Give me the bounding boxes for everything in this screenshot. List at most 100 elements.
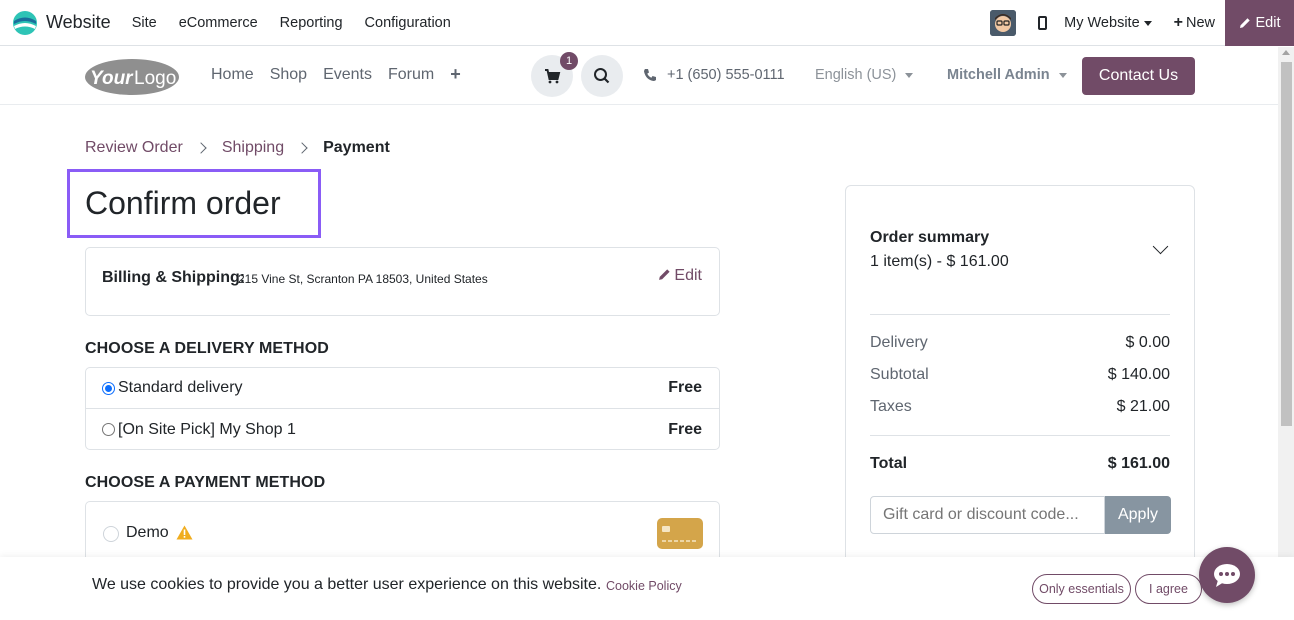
app-brand[interactable]: Website — [12, 10, 111, 36]
livechat-button[interactable] — [1199, 547, 1255, 603]
total-label: Total — [870, 455, 908, 472]
menu-item-site[interactable]: Site — [132, 15, 157, 31]
app-name: Website — [46, 12, 111, 32]
billing-address: 215 Vine St, Scranton PA 18503, United S… — [238, 272, 488, 286]
nav-shop[interactable]: Shop — [270, 66, 307, 85]
summary-row-label: Subtotal — [870, 366, 929, 383]
summary-row-taxes: Taxes $ 21.00 — [870, 398, 1170, 416]
search-icon — [594, 68, 610, 84]
new-button[interactable]: + New — [1174, 14, 1215, 32]
summary-row-value: $ 140.00 — [1107, 366, 1170, 383]
website-switcher-label: My Website — [1064, 15, 1140, 31]
cart-count-badge: 1 — [560, 52, 578, 70]
site-logo[interactable]: Your Logo — [84, 56, 180, 96]
nav-forum[interactable]: Forum — [388, 66, 434, 85]
contact-us-button[interactable]: Contact Us — [1082, 57, 1195, 95]
payment-radio-demo[interactable] — [103, 526, 119, 542]
summary-row-value: $ 21.00 — [1116, 398, 1170, 415]
menu-item-ecommerce[interactable]: eCommerce — [179, 15, 258, 31]
divider — [870, 314, 1170, 315]
scroll-up-arrow-icon[interactable] — [1282, 50, 1290, 55]
credit-card-icon — [657, 518, 703, 549]
cookie-consent-bar: We use cookies to provide you a better u… — [0, 557, 1294, 620]
pencil-icon — [1239, 18, 1250, 28]
nav-home[interactable]: Home — [211, 66, 254, 85]
plus-icon: + — [1173, 14, 1183, 31]
summary-row-label: Taxes — [870, 398, 912, 415]
apply-discount-button[interactable]: Apply — [1105, 496, 1171, 534]
billing-label: Billing & Shipping: — [102, 269, 246, 286]
menu-item-reporting[interactable]: Reporting — [280, 15, 343, 31]
summary-total: Total $ 161.00 — [870, 455, 1170, 473]
summary-row-value: $ 0.00 — [1125, 334, 1170, 351]
svg-text:Your: Your — [90, 68, 134, 89]
order-summary-card: Order summary 1 item(s) - $ 161.00 Deliv… — [845, 185, 1195, 585]
chevron-right-icon — [195, 142, 207, 154]
breadcrumb-payment: Payment — [323, 139, 390, 156]
breadcrumb-review-order[interactable]: Review Order — [85, 139, 183, 157]
summary-row-label: Delivery — [870, 334, 928, 351]
divider — [870, 435, 1170, 436]
website-app-icon — [12, 10, 38, 36]
user-avatar-icon[interactable] — [990, 10, 1017, 36]
chat-bubble-icon — [1214, 564, 1240, 587]
checkout-breadcrumb: Review Order Shipping Payment — [85, 139, 390, 157]
order-summary-heading: Order summary — [870, 229, 990, 246]
admin-menu: Site eCommerce Reporting Configuration — [132, 15, 473, 31]
svg-text:Logo: Logo — [134, 68, 176, 89]
delivery-option-price: Free — [668, 420, 702, 438]
summary-row-subtotal: Subtotal $ 140.00 — [870, 366, 1170, 384]
delivery-option-name: [On Site Pick] My Shop 1 — [118, 420, 296, 438]
delivery-radio-standard[interactable] — [102, 381, 115, 395]
add-page-plus-icon[interactable]: + — [450, 64, 461, 85]
cookie-policy-link[interactable]: Cookie Policy — [606, 579, 682, 593]
delivery-method-list: Standard delivery Free [On Site Pick] My… — [85, 367, 720, 450]
scrollbar-thumb[interactable] — [1281, 62, 1292, 426]
odoo-admin-bar: Website Site eCommerce Reporting Configu… — [0, 0, 1294, 46]
billing-shipping-card: Billing & Shipping: 215 Vine St, Scranto… — [85, 247, 720, 316]
total-value: $ 161.00 — [1107, 455, 1170, 472]
nav-events[interactable]: Events — [323, 66, 372, 85]
edit-button-label: Edit — [1255, 15, 1281, 31]
chevron-right-icon — [296, 142, 308, 154]
website-switcher[interactable]: My Website — [1064, 15, 1152, 31]
summary-row-delivery: Delivery $ 0.00 — [870, 334, 1170, 352]
search-button[interactable] — [581, 55, 623, 97]
website-header: Your Logo Home Shop Events Forum + 1 +1 … — [0, 47, 1278, 105]
pencil-icon — [659, 269, 671, 280]
phone-icon — [644, 69, 656, 81]
delivery-option-standard[interactable]: Standard delivery Free — [86, 368, 719, 409]
menu-item-configuration[interactable]: Configuration — [365, 15, 451, 31]
chevron-down-icon — [1143, 20, 1152, 26]
chevron-down-icon — [905, 72, 914, 78]
discount-code-input[interactable] — [870, 496, 1105, 534]
language-label: English (US) — [815, 67, 897, 83]
delivery-method-heading: CHOOSE A DELIVERY METHOD — [85, 340, 329, 357]
delivery-option-price: Free — [668, 379, 702, 396]
breadcrumb-shipping[interactable]: Shipping — [222, 139, 284, 157]
delivery-radio-onsite[interactable] — [102, 423, 115, 436]
order-summary-items: 1 item(s) - $ 161.00 — [870, 253, 1009, 270]
chevron-down-icon — [1058, 72, 1067, 78]
edit-address-label: Edit — [674, 267, 702, 284]
site-nav: Home Shop Events Forum + — [211, 64, 477, 85]
mobile-preview-icon[interactable] — [1038, 16, 1048, 30]
payment-method-heading: CHOOSE A PAYMENT METHOD — [85, 474, 326, 491]
phone-contact[interactable]: +1 (650) 555-0111 — [643, 67, 785, 83]
warning-icon — [176, 525, 193, 545]
new-button-label: New — [1185, 15, 1215, 31]
delivery-option-name: Standard delivery — [118, 379, 243, 396]
chevron-down-icon[interactable] — [1152, 238, 1169, 255]
edit-button[interactable]: Edit — [1225, 0, 1294, 46]
edit-address-link[interactable]: Edit — [658, 267, 702, 285]
page-title: Confirm order — [85, 185, 281, 221]
i-agree-button[interactable]: I agree — [1135, 574, 1202, 604]
phone-number: +1 (650) 555-0111 — [667, 67, 785, 83]
language-selector[interactable]: English (US) — [815, 67, 914, 83]
cookie-message: We use cookies to provide you a better u… — [92, 576, 602, 593]
only-essentials-button[interactable]: Only essentials — [1032, 574, 1131, 604]
delivery-option-onsite-pick[interactable]: [On Site Pick] My Shop 1 Free — [86, 409, 719, 450]
user-name: Mitchell Admin — [947, 67, 1050, 83]
payment-option-name[interactable]: Demo — [126, 524, 169, 542]
user-menu[interactable]: Mitchell Admin — [947, 67, 1067, 83]
